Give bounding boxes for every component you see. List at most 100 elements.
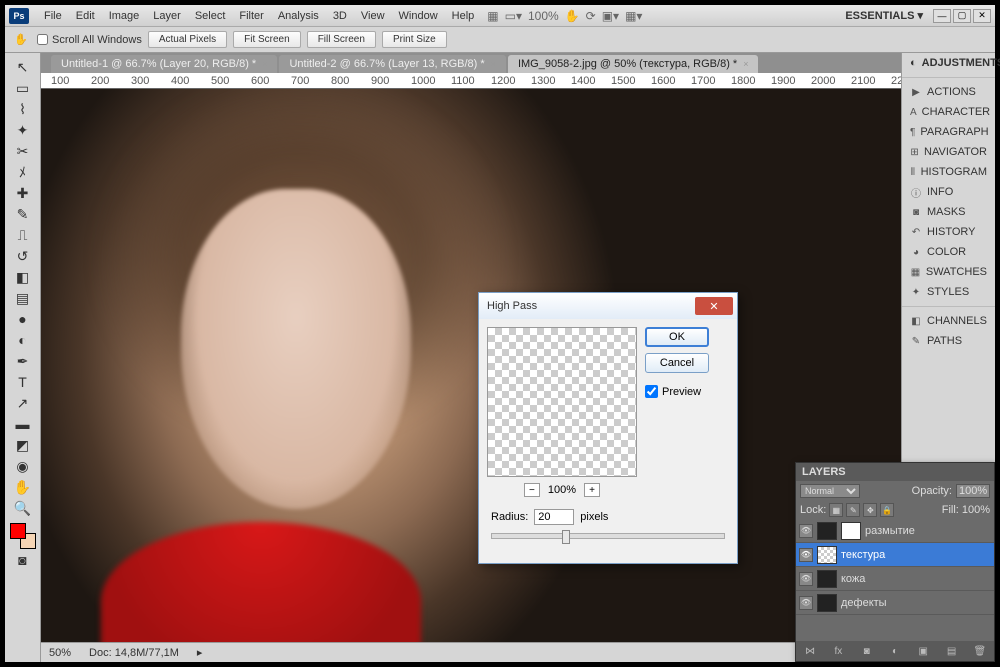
radius-slider[interactable] xyxy=(491,533,725,539)
opt-print-size[interactable]: Print Size xyxy=(382,31,447,48)
layer-row[interactable]: 👁дефекты xyxy=(796,591,994,615)
menu-image[interactable]: Image xyxy=(102,7,147,25)
link-layers-icon[interactable]: ⋈ xyxy=(802,644,818,658)
menu-edit[interactable]: Edit xyxy=(69,7,102,25)
crop-tool[interactable]: ✂ xyxy=(9,141,37,161)
fx-icon[interactable]: fx xyxy=(830,644,846,658)
opt-actual-pixels[interactable]: Actual Pixels xyxy=(148,31,227,48)
lock-move-icon[interactable]: ✥ xyxy=(863,503,877,517)
minimize-button[interactable]: — xyxy=(933,9,951,23)
hand-tool[interactable]: ✋ xyxy=(9,477,37,497)
panel-character[interactable]: ACHARACTER xyxy=(902,102,995,122)
menu-layer[interactable]: Layer xyxy=(146,7,188,25)
radius-input[interactable] xyxy=(534,509,574,525)
pen-tool[interactable]: ✒ xyxy=(9,351,37,371)
layer-thumbnail[interactable] xyxy=(817,594,837,612)
zoom-out-button[interactable]: − xyxy=(524,483,540,497)
mask-thumbnail[interactable] xyxy=(841,522,861,540)
maximize-button[interactable]: ▢ xyxy=(953,9,971,23)
cancel-button[interactable]: Cancel xyxy=(645,353,709,373)
zoom-level[interactable]: 50% xyxy=(49,647,71,659)
brush-tool[interactable]: ✎ xyxy=(9,204,37,224)
shape-tool[interactable]: ▬ xyxy=(9,414,37,434)
adjustments-panel[interactable]: ◐ ADJUSTMENTS xyxy=(902,53,995,73)
hand-icon[interactable]: ✋ xyxy=(565,9,580,23)
panel-history[interactable]: ↶HISTORY xyxy=(902,222,995,242)
marquee-tool[interactable]: ▭ xyxy=(9,78,37,98)
zoom-tool[interactable]: 🔍 xyxy=(9,498,37,518)
canvas[interactable] xyxy=(41,89,901,642)
quickmask-tool[interactable]: ◙ xyxy=(9,550,37,570)
path-tool[interactable]: ↗ xyxy=(9,393,37,413)
menu-3d[interactable]: 3D xyxy=(326,7,354,25)
lock-all-icon[interactable]: 🔒 xyxy=(880,503,894,517)
history-brush-tool[interactable]: ↺ xyxy=(9,246,37,266)
visibility-icon[interactable]: 👁 xyxy=(799,524,813,538)
layer-row[interactable]: 👁размытие xyxy=(796,519,994,543)
ok-button[interactable]: OK xyxy=(645,327,709,347)
preview-checkbox[interactable]: Preview xyxy=(645,385,709,398)
document-tab[interactable]: Untitled-2 @ 66.7% (Layer 13, RGB/8) *× xyxy=(279,55,505,73)
panel-channels[interactable]: ◧CHANNELS xyxy=(902,311,995,331)
type-tool[interactable]: T xyxy=(9,372,37,392)
document-tab[interactable]: Untitled-1 @ 66.7% (Layer 20, RGB/8) *× xyxy=(51,55,277,73)
lock-transparent-icon[interactable]: ▦ xyxy=(829,503,843,517)
gradient-tool[interactable]: ▤ xyxy=(9,288,37,308)
panel-paths[interactable]: ✎PATHS xyxy=(902,331,995,351)
panel-styles[interactable]: ✦STYLES xyxy=(902,282,995,302)
dialog-close-icon[interactable]: ✕ xyxy=(695,297,733,315)
menu-window[interactable]: Window xyxy=(392,7,445,25)
visibility-icon[interactable]: 👁 xyxy=(799,596,813,610)
slider-thumb[interactable] xyxy=(562,530,570,544)
document-tab[interactable]: IMG_9058-2.jpg @ 50% (текстура, RGB/8) *… xyxy=(508,55,759,73)
tab-close-icon[interactable]: × xyxy=(743,59,748,69)
panel-paragraph[interactable]: ¶PARAGRAPH xyxy=(902,122,995,142)
visibility-icon[interactable]: 👁 xyxy=(799,572,813,586)
mask-icon[interactable]: ◙ xyxy=(859,644,875,658)
tab-close-icon[interactable]: × xyxy=(262,59,267,69)
panel-color[interactable]: ◕COLOR xyxy=(902,242,995,262)
layer-thumbnail[interactable] xyxy=(817,546,837,564)
zoom-in-button[interactable]: + xyxy=(584,483,600,497)
blur-tool[interactable]: ● xyxy=(9,309,37,329)
layer-thumbnail[interactable] xyxy=(817,522,837,540)
3d-tool[interactable]: ◩ xyxy=(9,435,37,455)
dodge-tool[interactable]: ◐ xyxy=(9,330,37,350)
blend-mode-select[interactable]: Normal xyxy=(800,484,860,498)
visibility-icon[interactable]: 👁 xyxy=(799,548,813,562)
heal-tool[interactable]: ✚ xyxy=(9,183,37,203)
rotate-icon[interactable]: ⟳ xyxy=(586,9,596,23)
opacity-value[interactable]: 100% xyxy=(956,484,990,498)
lasso-tool[interactable]: ⌇ xyxy=(9,99,37,119)
layers-panel-header[interactable]: LAYERS xyxy=(796,463,994,481)
wand-tool[interactable]: ✦ xyxy=(9,120,37,140)
menu-filter[interactable]: Filter xyxy=(232,7,270,25)
menu-view[interactable]: View xyxy=(354,7,392,25)
fill-value[interactable]: 100% xyxy=(962,504,990,516)
menu-help[interactable]: Help xyxy=(445,7,482,25)
color-swatches[interactable] xyxy=(10,523,36,549)
eraser-tool[interactable]: ◧ xyxy=(9,267,37,287)
dialog-titlebar[interactable]: High Pass ✕ xyxy=(479,293,737,319)
screen-icon[interactable]: ▭▾ xyxy=(505,9,522,23)
filter-preview[interactable] xyxy=(487,327,637,477)
stamp-tool[interactable]: ⎍ xyxy=(9,225,37,245)
group-icon[interactable]: ▣ xyxy=(915,644,931,658)
panel-masks[interactable]: ◙MASKS xyxy=(902,202,995,222)
tab-close-icon[interactable]: × xyxy=(491,59,496,69)
panel-actions[interactable]: ▶ACTIONS xyxy=(902,82,995,102)
arrange-icon[interactable]: ▦ xyxy=(487,9,498,23)
eyedropper-tool[interactable]: ﾒ xyxy=(9,162,37,182)
menu-file[interactable]: File xyxy=(37,7,69,25)
menu-select[interactable]: Select xyxy=(188,7,233,25)
menu-analysis[interactable]: Analysis xyxy=(271,7,326,25)
grid-icon[interactable]: ▦▾ xyxy=(625,9,642,23)
panel-swatches[interactable]: ▦SWATCHES xyxy=(902,262,995,282)
new-layer-icon[interactable]: ▤ xyxy=(944,644,960,658)
opt-fill-screen[interactable]: Fill Screen xyxy=(307,31,376,48)
panel-info[interactable]: ⓘINFO xyxy=(902,182,995,202)
layer-thumbnail[interactable] xyxy=(817,570,837,588)
trash-icon[interactable]: 🗑 xyxy=(972,644,988,658)
move-tool[interactable]: ↖ xyxy=(9,57,37,77)
panel-histogram[interactable]: ⫴HISTOGRAM xyxy=(902,162,995,182)
